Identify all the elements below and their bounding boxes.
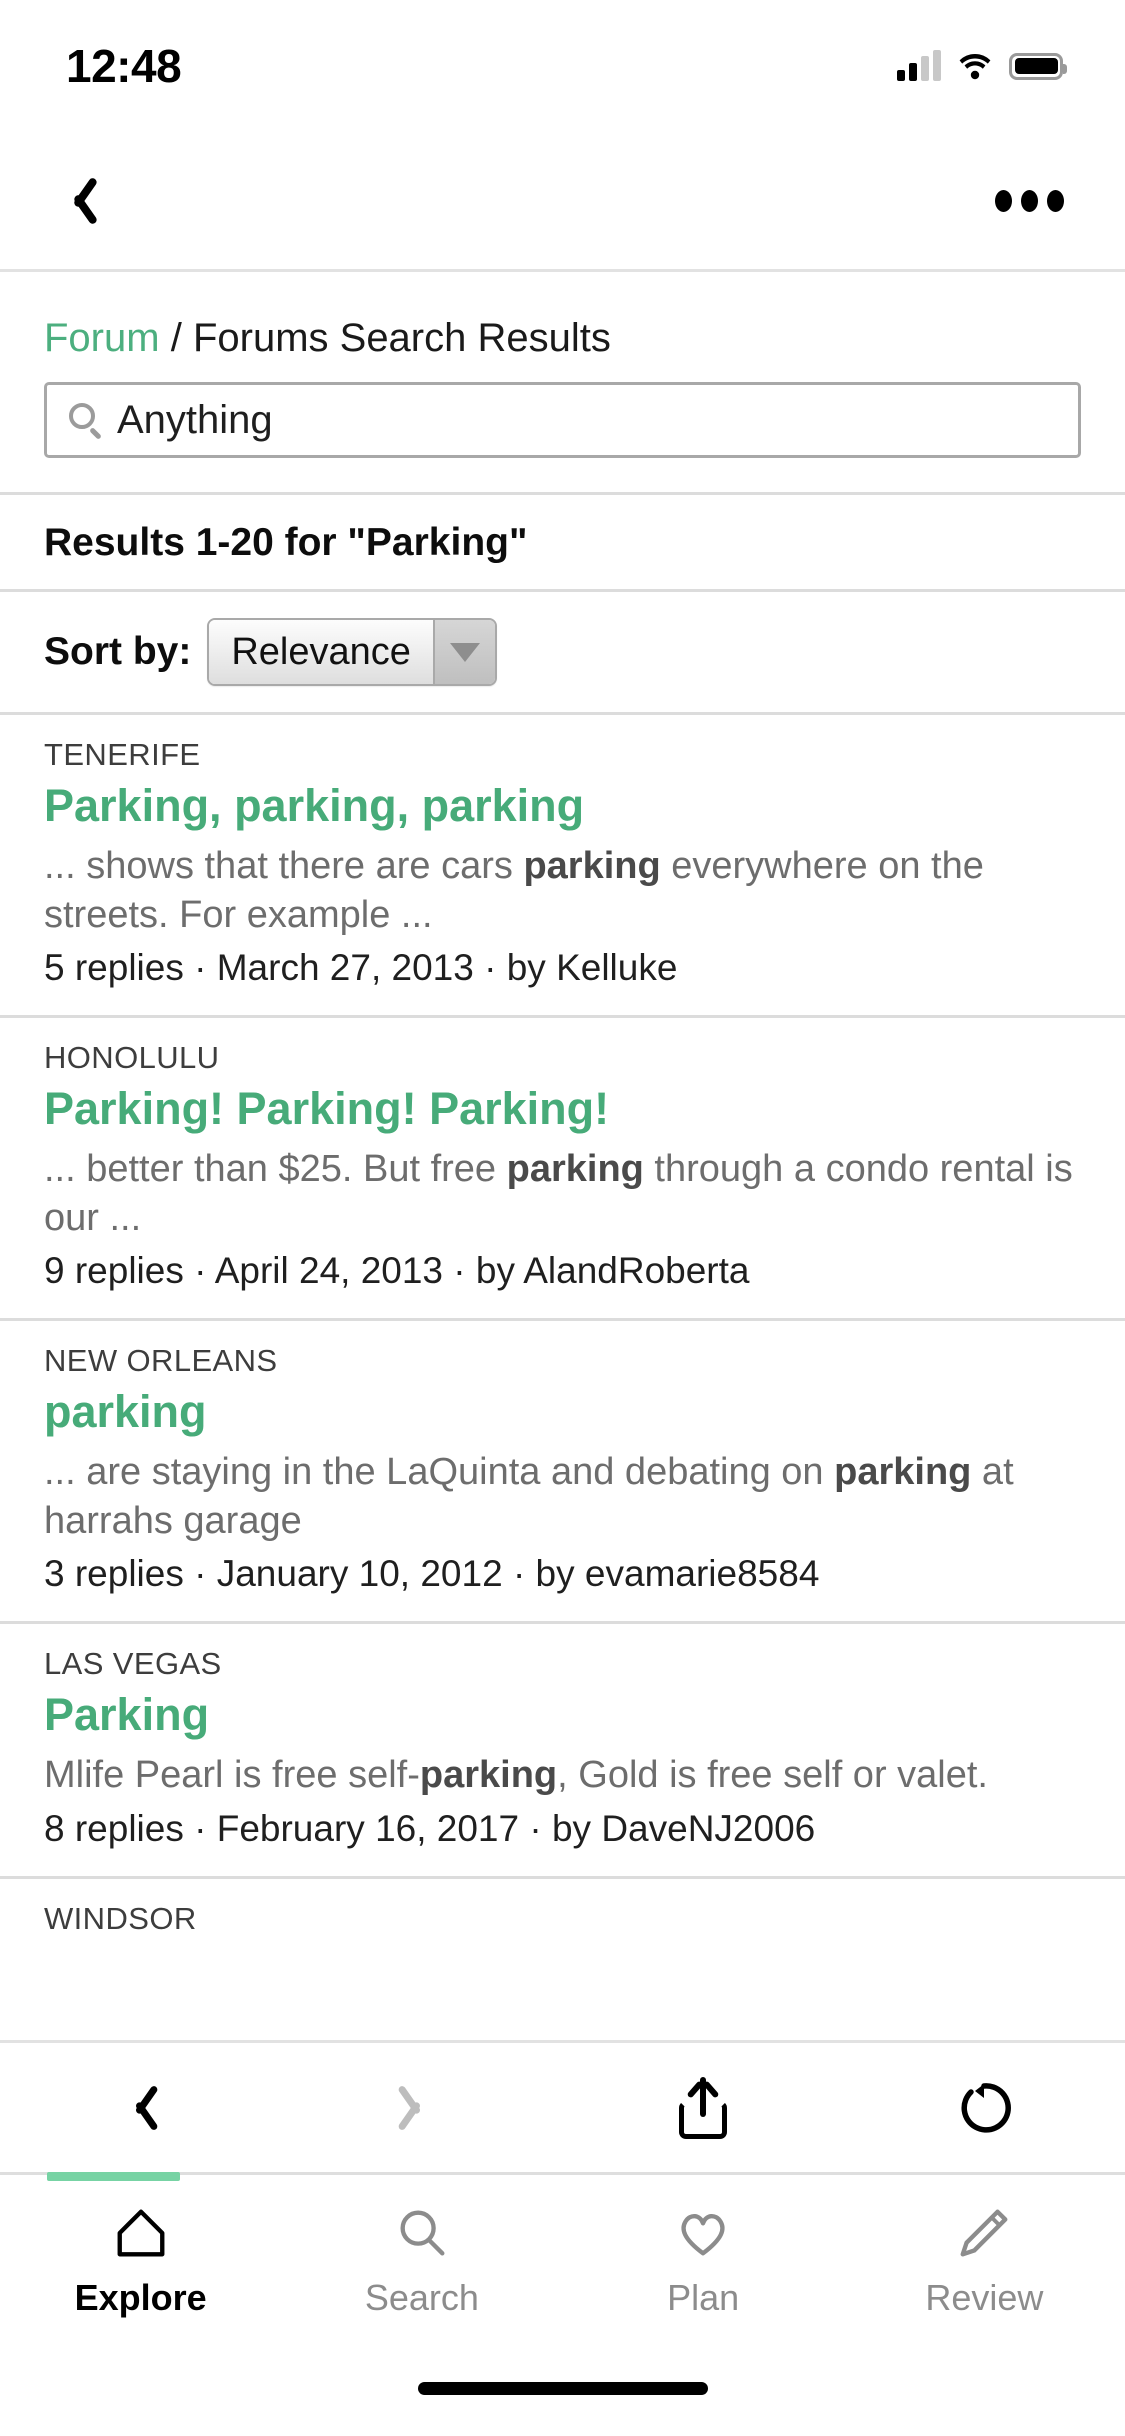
sort-select[interactable]: Relevance: [207, 618, 497, 686]
search-icon: [393, 2201, 451, 2265]
browser-reload-button[interactable]: [924, 2058, 1044, 2158]
tab-search[interactable]: Search: [281, 2175, 562, 2319]
result-location: HONOLULU: [44, 1040, 220, 1076]
search-field-wrapper: Anything: [0, 360, 1125, 458]
heart-icon: [674, 2201, 732, 2265]
active-tab-indicator: [47, 2172, 180, 2181]
search-results-list: TENERIFE Parking, parking, parking ... s…: [0, 715, 1125, 1937]
chevron-left-icon: [126, 2081, 156, 2135]
browser-top-nav: [0, 132, 1125, 272]
reload-icon: [957, 2081, 1012, 2135]
result-location: WINDSOR: [44, 1900, 197, 1936]
phone-screen: 12:48 Forum / Forums Search Results Anyt…: [0, 0, 1125, 2436]
browser-bottom-toolbar: [0, 2040, 1125, 2172]
result-snippet: Mlife Pearl is free self-parking, Gold i…: [44, 1751, 1081, 1800]
sort-select-value: Relevance: [209, 620, 433, 684]
result-snippet: ... shows that there are cars parking ev…: [44, 842, 1081, 939]
search-icon: [69, 403, 103, 440]
home-icon: [112, 2201, 170, 2265]
result-snippet-before: ... are staying in the LaQuinta and deba…: [44, 1451, 835, 1494]
tab-search-label: Search: [364, 2277, 479, 2318]
result-title[interactable]: Parking: [44, 1688, 1081, 1743]
pencil-icon: [955, 2201, 1013, 2265]
browser-back-button[interactable]: [81, 2058, 201, 2158]
result-snippet-highlight: parking: [834, 1451, 972, 1494]
result-title[interactable]: Parking! Parking! Parking!: [44, 1082, 1081, 1137]
result-title[interactable]: Parking, parking, parking: [44, 779, 1081, 834]
sort-bar: Sort by: Relevance: [0, 592, 1125, 715]
result-item[interactable]: WINDSOR: [0, 1879, 1125, 1937]
result-snippet: ... better than $25. But free parking th…: [44, 1145, 1081, 1242]
share-icon: [679, 2076, 728, 2139]
result-snippet-highlight: parking: [506, 1148, 644, 1191]
nav-more-button[interactable]: [989, 161, 1069, 241]
browser-forward-button[interactable]: [362, 2058, 482, 2158]
tab-explore[interactable]: Explore: [0, 2175, 281, 2319]
result-location: TENERIFE: [44, 737, 201, 772]
result-item[interactable]: HONOLULU Parking! Parking! Parking! ... …: [0, 1018, 1125, 1322]
result-snippet-after: , Gold is free self or valet.: [557, 1754, 988, 1797]
battery-icon: [1009, 52, 1067, 80]
page-content: Forum / Forums Search Results Anything R…: [0, 272, 1125, 2040]
app-tab-bar: Explore Search Plan Review: [0, 2172, 1125, 2372]
result-meta: 5 replies · March 27, 2013 · by Kelluke: [44, 947, 678, 989]
breadcrumb: Forum / Forums Search Results: [0, 272, 1125, 360]
status-bar-time: 12:48: [66, 40, 182, 92]
result-title[interactable]: parking: [44, 1385, 1081, 1440]
tab-explore-label: Explore: [74, 2277, 207, 2318]
result-snippet-before: Mlife Pearl is free self-: [44, 1754, 420, 1797]
chevron-right-icon: [407, 2081, 437, 2135]
breadcrumb-current: Forums Search Results: [192, 316, 611, 360]
cellular-signal-icon: [897, 50, 941, 81]
result-meta: 9 replies · April 24, 2013 · by AlandRob…: [44, 1250, 750, 1292]
tab-plan[interactable]: Plan: [563, 2175, 844, 2319]
status-bar: 12:48: [0, 0, 1125, 132]
result-snippet-before: ... shows that there are cars: [44, 844, 524, 887]
home-indicator: [0, 2372, 1125, 2436]
breadcrumb-link-forum[interactable]: Forum: [44, 316, 160, 360]
browser-share-button[interactable]: [643, 2058, 763, 2158]
tab-review-label: Review: [925, 2277, 1044, 2318]
result-meta: 3 replies · January 10, 2012 · by evamar…: [44, 1553, 820, 1595]
result-meta: 8 replies · February 16, 2017 · by DaveN…: [44, 1807, 816, 1849]
tab-review[interactable]: Review: [844, 2175, 1125, 2319]
tab-plan-label: Plan: [667, 2277, 740, 2318]
search-input[interactable]: Anything: [44, 382, 1081, 458]
nav-back-button[interactable]: [40, 161, 120, 241]
result-snippet-before: ... better than $25. But free: [44, 1148, 507, 1191]
chevron-down-icon: [449, 642, 480, 662]
result-item[interactable]: LAS VEGAS Parking Mlife Pearl is free se…: [0, 1624, 1125, 1879]
search-input-value: Anything: [117, 397, 273, 442]
ellipsis-icon: [994, 189, 1064, 212]
home-indicator-bar: [417, 2382, 708, 2395]
results-header-bar: Results 1-20 for "Parking": [0, 492, 1125, 592]
result-item[interactable]: NEW ORLEANS parking ... are staying in t…: [0, 1321, 1125, 1625]
result-snippet-highlight: parking: [419, 1754, 558, 1797]
result-location: LAS VEGAS: [44, 1646, 222, 1682]
chevron-left-icon: [63, 173, 97, 229]
result-snippet: ... are staying in the LaQuinta and deba…: [44, 1448, 1081, 1545]
wifi-icon: [957, 52, 993, 80]
breadcrumb-separator: /: [170, 316, 182, 360]
result-snippet-highlight: parking: [523, 844, 661, 887]
sort-select-arrow-button[interactable]: [432, 620, 495, 684]
status-bar-indicators: [897, 50, 1067, 81]
results-count-text: Results 1-20 for "Parking": [44, 521, 528, 564]
result-location: NEW ORLEANS: [44, 1343, 278, 1379]
result-item[interactable]: TENERIFE Parking, parking, parking ... s…: [0, 715, 1125, 1019]
sort-by-label: Sort by:: [44, 630, 192, 673]
